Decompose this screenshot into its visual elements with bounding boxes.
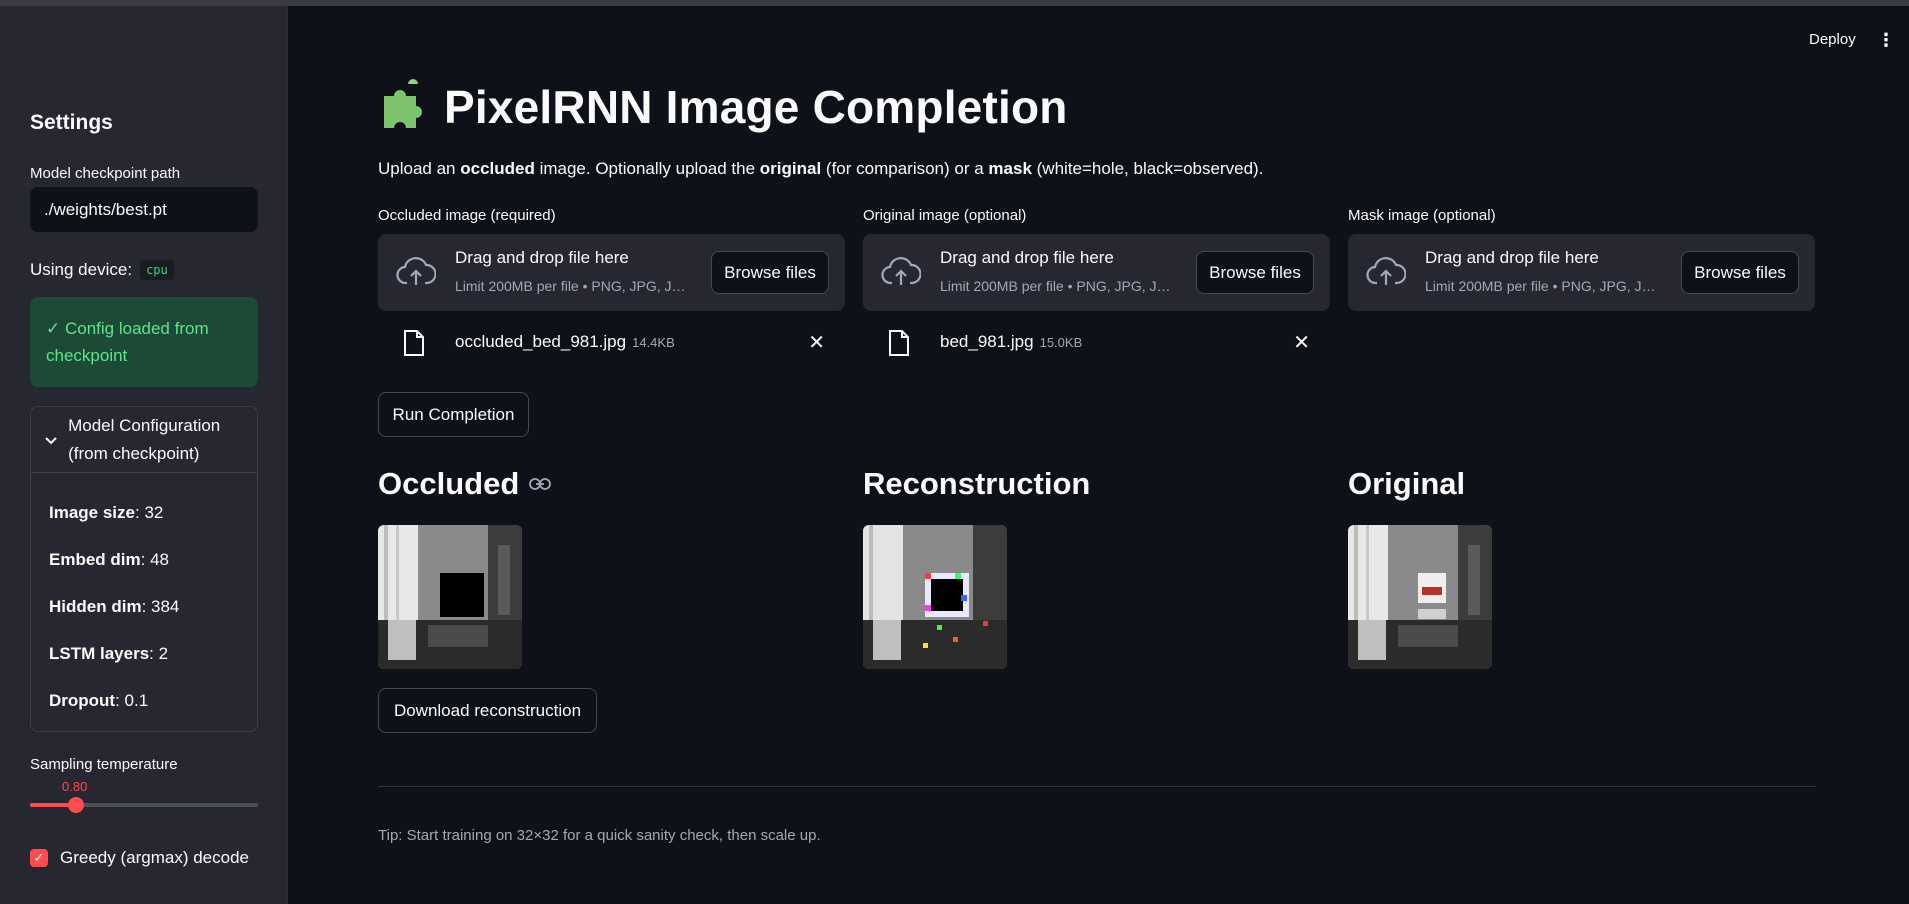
browse-files-button[interactable]: Browse files [1681,251,1799,294]
title-text: PixelRNN Image Completion [444,80,1068,133]
deploy-button[interactable]: Deploy [1809,31,1856,48]
file-icon [404,330,424,356]
occluded-image [378,525,522,669]
link-icon[interactable] [529,477,552,491]
uploader-label: Original image (optional) [863,207,1027,224]
sidebar-title: Settings [30,111,113,134]
dropzone[interactable]: Drag and drop file here Limit 200MB per … [378,234,845,311]
page-title: PixelRNN Image Completion [378,78,1068,135]
main-menu-icon[interactable]: ⋮ [1877,30,1895,51]
expander-header[interactable]: Model Configuration (from checkpoint) [31,407,257,473]
uploaded-file-row: occluded_bed_981.jpg 14.4KB ✕ [378,322,845,364]
dropzone[interactable]: Drag and drop file here Limit 200MB per … [1348,234,1815,311]
checkbox-checked-icon[interactable]: ✓ [30,849,48,867]
divider [378,786,1816,787]
dropzone-subtitle: Limit 200MB per file • PNG, JPG, J… [1425,278,1656,294]
download-reconstruction-button[interactable]: Download reconstruction [378,688,597,733]
dropzone-title: Drag and drop file here [940,248,1114,267]
original-image [1348,525,1492,669]
config-embed-dim: Embed dim: 48 [49,550,169,569]
reconstruction-heading: Reconstruction [863,466,1091,501]
reconstruction-image [863,525,1007,669]
intro-text: Upload an occluded image. Optionally upl… [378,159,1264,178]
dropzone[interactable]: Drag and drop file here Limit 200MB per … [863,234,1330,311]
browse-files-button[interactable]: Browse files [711,251,829,294]
file-name: occluded_bed_981.jpg 14.4KB [455,332,675,351]
uploader-label: Occluded image (required) [378,207,556,224]
file-name: bed_981.jpg 15.0KB [940,332,1083,351]
temperature-label: Sampling temperature [30,756,178,773]
cloud-upload-icon [881,257,921,285]
device-row: Using device: cpu [30,260,174,280]
greedy-label: Greedy (argmax) decode [60,848,249,867]
config-loaded-alert: ✓ Config loaded from checkpoint [30,297,258,387]
cloud-upload-icon [1366,257,1406,285]
device-value: cpu [140,260,174,280]
cloud-upload-icon [396,257,436,285]
greedy-decode-checkbox-row[interactable]: ✓ Greedy (argmax) decode [30,848,249,868]
file-icon [889,330,909,356]
browse-files-button[interactable]: Browse files [1196,251,1314,294]
expander-title: Model Configuration (from checkpoint) [68,415,221,463]
puzzle-icon [378,78,430,135]
chevron-down-icon [45,432,58,448]
uploaded-file-row: bed_981.jpg 15.0KB ✕ [863,322,1330,364]
run-completion-button[interactable]: Run Completion [378,392,529,437]
occluded-heading: Occluded [378,466,552,502]
config-hidden-dim: Hidden dim: 384 [49,597,180,616]
tip-text: Tip: Start training on 32×32 for a quick… [378,827,821,844]
uploader-label: Mask image (optional) [1348,207,1496,224]
dropzone-subtitle: Limit 200MB per file • PNG, JPG, J… [455,278,686,294]
config-lstm-layers: LSTM layers: 2 [49,644,169,663]
file-size: 14.4KB [632,335,675,350]
remove-file-icon[interactable]: ✕ [808,330,825,355]
dropzone-subtitle: Limit 200MB per file • PNG, JPG, J… [940,278,1171,294]
dropzone-title: Drag and drop file here [1425,248,1599,267]
temperature-value: 0.80 [62,779,88,794]
sidebar: Settings Model checkpoint path ./weights… [0,6,288,904]
config-image-size: Image size: 32 [49,503,164,522]
checkpoint-label: Model checkpoint path [30,165,181,182]
original-heading: Original [1348,466,1466,501]
file-size: 15.0KB [1039,335,1083,350]
remove-file-icon[interactable]: ✕ [1293,330,1310,355]
config-dropout: Dropout: 0.1 [49,691,149,710]
temperature-slider-thumb[interactable] [67,797,84,813]
model-config-expander: Model Configuration (from checkpoint) Im… [30,406,258,732]
checkpoint-path-input[interactable]: ./weights/best.pt [30,187,258,232]
device-label: Using device: [30,260,133,279]
dropzone-title: Drag and drop file here [455,248,629,267]
